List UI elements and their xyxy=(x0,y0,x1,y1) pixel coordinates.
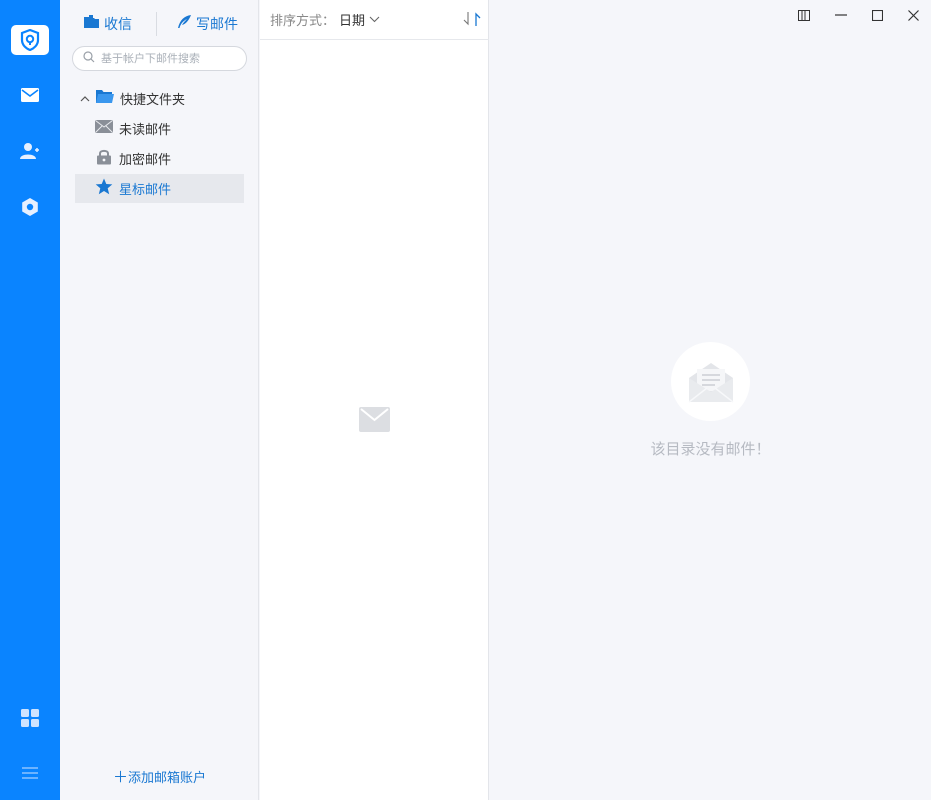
sort-value: 日期 xyxy=(339,14,366,29)
folder-item-label: 星标邮件 xyxy=(119,183,172,198)
folder-item-label: 未读邮件 xyxy=(119,123,172,138)
folder-icon xyxy=(96,89,114,108)
folder-item-starred[interactable]: 星标邮件 xyxy=(75,174,244,203)
close-icon[interactable] xyxy=(904,6,922,24)
apps-grid-icon[interactable] xyxy=(18,706,42,730)
sort-bar: 排序方式： 日期 xyxy=(260,0,489,40)
lock-icon xyxy=(95,149,113,169)
folder-panel: 收信 写邮件 快捷文件夹 未读邮件 xyxy=(60,0,259,800)
settings-icon[interactable] xyxy=(18,195,42,219)
compose-button[interactable]: 写邮件 xyxy=(176,12,238,36)
sort-dropdown[interactable]: 日期 xyxy=(339,10,380,29)
menu-icon[interactable] xyxy=(18,761,42,785)
plus-icon: ＋ xyxy=(112,768,128,786)
open-envelope-icon xyxy=(688,362,733,403)
toolbar-divider xyxy=(156,12,157,36)
receive-label: 收信 xyxy=(104,17,132,33)
minimize-icon[interactable] xyxy=(832,6,850,24)
quick-folders-label: 快捷文件夹 xyxy=(120,93,186,108)
mail-search[interactable] xyxy=(72,46,247,71)
feather-pen-icon xyxy=(176,14,192,34)
app-rail xyxy=(0,0,60,800)
quick-folders-node[interactable]: 快捷文件夹 xyxy=(80,84,185,113)
add-account-button[interactable]: ＋添加邮箱账户 xyxy=(60,766,259,787)
star-icon xyxy=(95,178,113,199)
folder-item-encrypted[interactable]: 加密邮件 xyxy=(75,144,244,173)
search-input[interactable] xyxy=(101,52,241,65)
inbox-folder-icon xyxy=(84,15,100,33)
sort-descending-icon[interactable] xyxy=(463,12,471,30)
empty-list-envelope-icon xyxy=(359,407,390,436)
maximize-icon[interactable] xyxy=(868,6,886,24)
search-icon xyxy=(83,50,95,67)
mail-detail: 该目录没有邮件！ xyxy=(490,0,931,800)
sort-direction xyxy=(463,12,481,30)
envelope-icon xyxy=(95,120,113,137)
app-logo-icon[interactable] xyxy=(11,25,49,55)
folder-item-label: 加密邮件 xyxy=(119,153,172,168)
mail-icon[interactable] xyxy=(18,83,42,107)
receive-button[interactable]: 收信 xyxy=(84,12,132,36)
chevron-down-icon xyxy=(369,12,380,27)
sort-ascending-icon[interactable] xyxy=(473,12,481,30)
compose-label: 写邮件 xyxy=(196,17,238,33)
mail-list: 排序方式： 日期 xyxy=(260,0,489,800)
folder-toolbar: 收信 写邮件 xyxy=(60,12,259,36)
folder-item-unread[interactable]: 未读邮件 xyxy=(75,114,244,143)
chevron-up-icon[interactable] xyxy=(80,91,90,106)
empty-mailbox-illustration xyxy=(671,342,750,421)
empty-folder-message: 该目录没有邮件！ xyxy=(650,440,771,458)
contacts-icon[interactable] xyxy=(18,139,42,163)
sidebar-toggle-icon[interactable] xyxy=(795,6,813,24)
add-account-label: 添加邮箱账户 xyxy=(128,771,207,786)
sort-label: 排序方式： xyxy=(270,14,336,29)
